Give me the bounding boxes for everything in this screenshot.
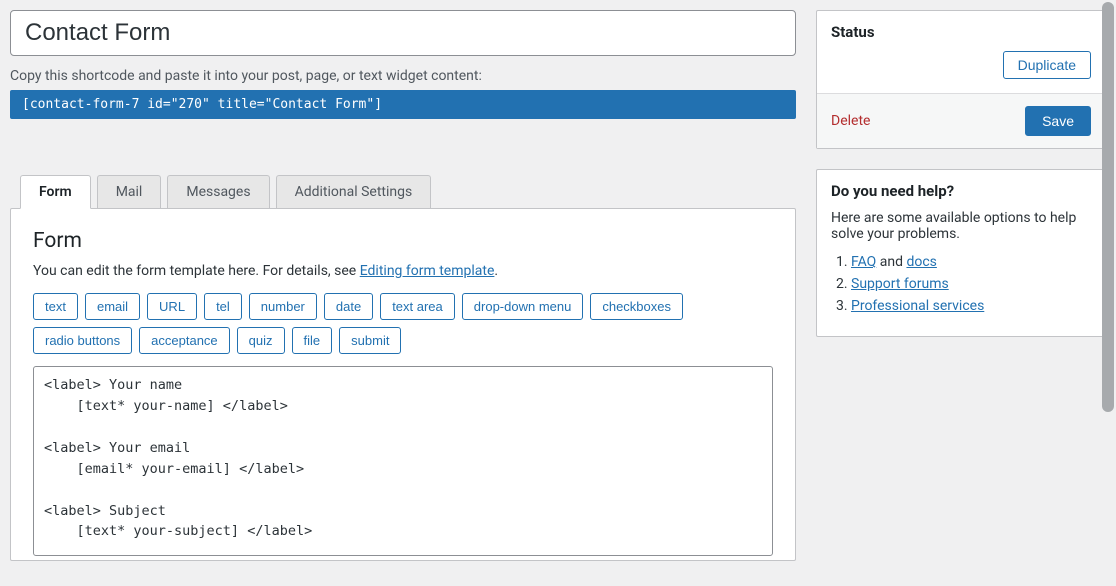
tag-number[interactable]: number [249,293,317,320]
tag-date[interactable]: date [324,293,373,320]
help-title: Do you need help? [817,170,1105,210]
tag-radio[interactable]: radio buttons [33,327,132,354]
tag-text[interactable]: text [33,293,78,320]
status-title: Status [817,11,1105,51]
shortcode-hint: Copy this shortcode and paste it into yo… [10,68,796,84]
help-link-faq[interactable]: FAQ [851,254,876,270]
tag-textarea[interactable]: text area [380,293,455,320]
tag-email[interactable]: email [85,293,140,320]
help-link-support[interactable]: Support forums [851,276,949,292]
shortcode-display[interactable]: [contact-form-7 id="270" title="Contact … [10,90,796,119]
panel-desc-prefix: You can edit the form template here. For… [33,263,360,279]
scrollbar[interactable] [1102,2,1114,412]
tab-messages[interactable]: Messages [167,175,269,208]
help-item-1: FAQ and docs [851,254,1091,270]
duplicate-button[interactable]: Duplicate [1003,51,1091,79]
help-intro: Here are some available options to help … [831,210,1091,242]
tab-form[interactable]: Form [20,175,91,209]
tag-acceptance[interactable]: acceptance [139,327,230,354]
help-item-1-mid: and [876,254,906,270]
panel-heading: Form [33,229,773,253]
status-metabox: Status Duplicate Delete Save [816,10,1106,149]
panel-description: You can edit the form template here. For… [33,263,773,279]
tab-mail[interactable]: Mail [97,175,162,208]
tag-submit[interactable]: submit [339,327,401,354]
help-link-professional[interactable]: Professional services [851,298,984,314]
help-item-3: Professional services [851,298,1091,314]
form-panel: Form You can edit the form template here… [10,208,796,561]
tabs: Form Mail Messages Additional Settings [20,175,796,208]
tag-dropdown[interactable]: drop-down menu [462,293,584,320]
tab-additional-settings[interactable]: Additional Settings [276,175,432,208]
editing-template-link[interactable]: Editing form template [360,263,495,279]
tag-generator-row: text email URL tel number date text area… [33,293,773,354]
tag-url[interactable]: URL [147,293,197,320]
help-metabox: Do you need help? Here are some availabl… [816,169,1106,337]
help-link-docs[interactable]: docs [906,254,936,270]
save-button[interactable]: Save [1025,106,1091,136]
delete-link[interactable]: Delete [831,113,870,129]
tag-checkboxes[interactable]: checkboxes [590,293,683,320]
panel-desc-suffix: . [494,263,498,279]
help-item-2: Support forums [851,276,1091,292]
form-title-input[interactable] [10,10,796,56]
tag-quiz[interactable]: quiz [237,327,285,354]
tag-file[interactable]: file [292,327,333,354]
tag-tel[interactable]: tel [204,293,242,320]
form-template-textarea[interactable] [33,366,773,556]
